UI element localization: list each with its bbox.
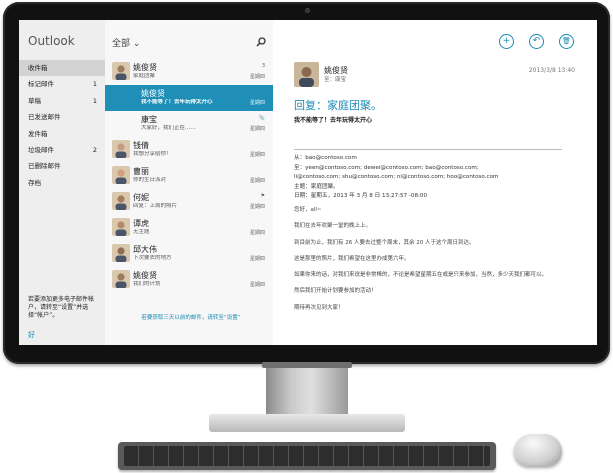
quoted-header: 从：bao@contoso.com 至：yeen@contoso.com; de… — [294, 155, 499, 199]
message-subject: 下次要去的地方 — [133, 255, 172, 261]
item-day: 星期四 — [249, 204, 265, 210]
filter-dropdown[interactable]: 全部 ⌄ — [112, 36, 140, 49]
folder-flagged[interactable]: 标记邮件 1 — [19, 76, 105, 92]
item-day: 星期四 — [249, 126, 265, 132]
message-subject: 大家好，我们正在…… — [141, 125, 197, 131]
message-item[interactable]: 曹丽 你的生日派对 星期四 — [105, 163, 273, 189]
older-mail-link[interactable]: 若要获取三天以前的邮件，请转至“设置” — [113, 313, 269, 321]
message-subject: 你的生日派对 — [133, 177, 167, 183]
message-date: 2013/3/8 13:40 — [528, 67, 575, 74]
avatar — [112, 140, 130, 158]
message-subject: 家庭团聚 — [133, 73, 156, 79]
sender-name: 曹丽 — [133, 167, 149, 176]
item-indicator: ⚑ — [260, 193, 265, 199]
message-item[interactable]: 姚俊贤 家庭团聚 3 星期四 — [105, 59, 273, 85]
recipient: 至：康宝 — [324, 77, 347, 83]
sender-name: 康宝 — [141, 115, 157, 124]
monitor-stand — [266, 364, 348, 420]
sender-name: 何妮 — [133, 193, 149, 202]
reply-icon[interactable]: ↶ — [529, 34, 544, 49]
avatar — [112, 192, 130, 210]
message-item[interactable]: 姚俊贤 我不能等了！去年玩得太开心 星期四 — [105, 85, 273, 111]
folder-list: 收件箱 标记邮件 1 草稿 1 已发送邮件 发件箱 垃圾邮件 2 已删除邮件 存档 — [19, 60, 105, 191]
item-indicator: 3 — [261, 63, 265, 69]
item-day: 星期四 — [249, 100, 265, 106]
reading-pane: + ↶ 🗑 姚俊贤 至：康宝 2013/3/8 13:40 回复：家庭团聚。 我… — [273, 20, 597, 345]
message-subtitle: 我不能等了！去年玩得太开心 — [294, 117, 373, 124]
app-title: Outlook — [28, 34, 75, 48]
sender-name: 邱大伟 — [133, 245, 157, 254]
desktop-scene: Outlook 收件箱 标记邮件 1 草稿 1 已发送邮件 发件箱 垃圾邮件 2 已删… — [0, 0, 613, 473]
monitor: Outlook 收件箱 标记邮件 1 草稿 1 已发送邮件 发件箱 垃圾邮件 2 已删… — [3, 2, 610, 364]
sender-name: 谭虎 — [133, 219, 149, 228]
message-item[interactable]: 谭虎 无主题 星期四 — [105, 215, 273, 241]
stand-base — [209, 414, 405, 432]
folder-pane: Outlook 收件箱 标记邮件 1 草稿 1 已发送邮件 发件箱 垃圾邮件 2 已删… — [19, 20, 105, 345]
item-day: 星期四 — [249, 152, 265, 158]
folder-drafts[interactable]: 草稿 1 — [19, 93, 105, 109]
sender-avatar — [294, 62, 319, 87]
item-day: 星期四 — [249, 256, 265, 262]
ok-link[interactable]: 好 — [28, 330, 35, 340]
message-subject: 我不能等了！去年玩得太开心 — [141, 99, 213, 105]
message-subject: 我想分享给你！ — [133, 151, 172, 157]
avatar — [112, 244, 130, 262]
folder-sent[interactable]: 已发送邮件 — [19, 109, 105, 125]
sender-name: 钱倩 — [133, 141, 149, 150]
stand-hinge — [262, 362, 352, 368]
message-subject: 我们的计划 — [133, 281, 161, 287]
folder-archive[interactable]: 存档 — [19, 175, 105, 191]
folder-junk[interactable]: 垃圾邮件 2 — [19, 142, 105, 158]
keyboard-keys — [124, 446, 490, 466]
item-day: 星期四 — [249, 178, 265, 184]
item-day: 星期四 — [249, 230, 265, 236]
sender-name: 姚俊贤 — [133, 271, 157, 280]
message-list: 姚俊贤 家庭团聚 3 星期四 姚俊贤 我不能等了！去年玩得太开心 星期四 康宝 大家好，我们正在… — [105, 59, 273, 293]
item-indicator: 📎 — [258, 115, 265, 121]
folder-inbox[interactable]: 收件箱 — [19, 60, 105, 77]
search-icon[interactable] — [256, 37, 266, 47]
message-body: 您好，all~ 我们在去年欢聚一堂的晚上上。 到目前为止，我们有 26 人要去过… — [294, 207, 548, 311]
message-item[interactable]: 钱倩 我想分享给你！ 星期四 — [105, 137, 273, 163]
message-subject: 回复：上周的照片 — [133, 203, 178, 209]
mouse — [514, 434, 562, 466]
sender-name: 姚俊贤 — [141, 89, 165, 98]
avatar — [112, 166, 130, 184]
new-mail-icon[interactable]: + — [499, 34, 514, 49]
message-item[interactable]: 何妮 回复：上周的照片 ⚑ 星期四 — [105, 189, 273, 215]
add-account-hint: 若要添加更多电子邮件帐户，请转至“设置”并选择“帐户”。 — [28, 296, 95, 319]
divider — [294, 149, 562, 150]
message-subject: 无主题 — [133, 229, 150, 235]
message-item[interactable]: 姚俊贤 我们的计划 星期四 — [105, 267, 273, 293]
message-item[interactable]: 康宝 大家好，我们正在…… 📎 星期四 — [105, 111, 273, 137]
folder-outbox[interactable]: 发件箱 — [19, 126, 105, 142]
screen: Outlook 收件箱 标记邮件 1 草稿 1 已发送邮件 发件箱 垃圾邮件 2 已删… — [19, 20, 597, 345]
message-list-pane: 全部 ⌄ 姚俊贤 家庭团聚 3 星期四 姚俊贤 我不能等了！去年玩得太开心 星期四 康宝 大家好… — [105, 20, 273, 345]
sender-name: 姚俊贤 — [133, 63, 157, 72]
message-item[interactable]: 邱大伟 下次要去的地方 星期四 — [105, 241, 273, 267]
item-day: 星期四 — [249, 282, 265, 288]
item-day: 星期四 — [249, 74, 265, 80]
avatar — [112, 218, 130, 236]
message-title: 回复：家庭团聚。 — [294, 99, 382, 112]
avatar — [112, 270, 130, 288]
folder-deleted[interactable]: 已删除邮件 — [19, 158, 105, 174]
avatar — [112, 62, 130, 80]
delete-icon[interactable]: 🗑 — [559, 34, 574, 49]
camera-icon — [305, 8, 310, 13]
